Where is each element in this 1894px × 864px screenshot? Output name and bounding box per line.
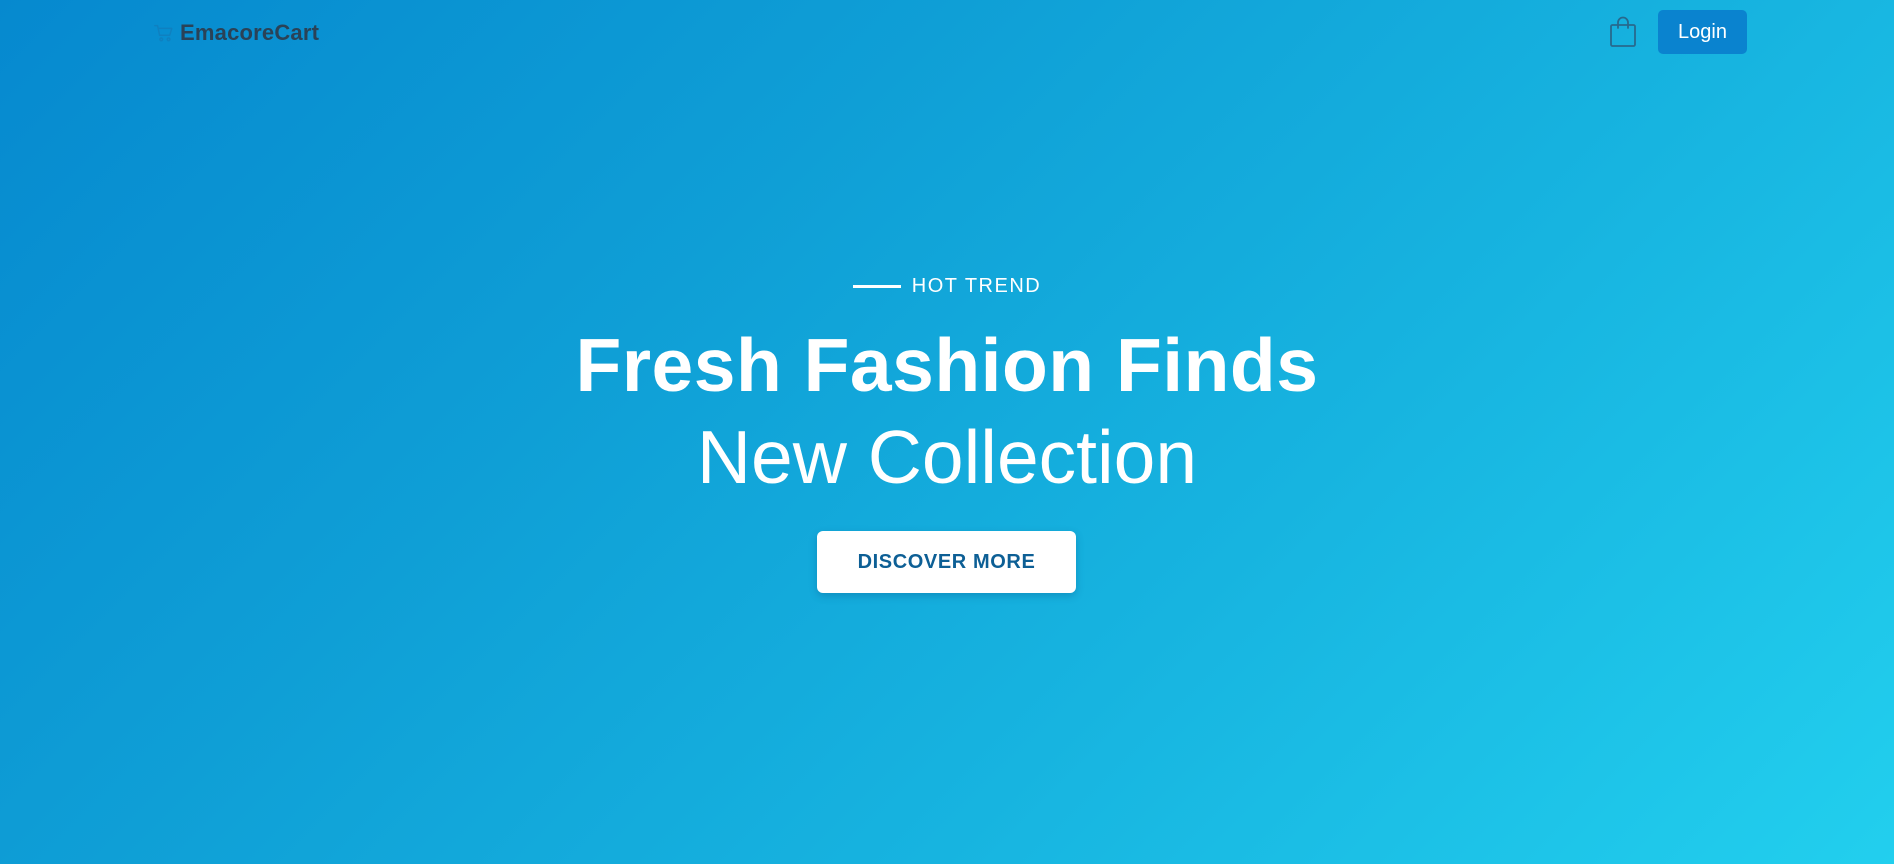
hero-eyebrow: HOT TREND — [0, 272, 1894, 300]
hero-title: Fresh Fashion Finds — [575, 323, 1319, 407]
login-button[interactable]: Login — [1658, 10, 1747, 54]
cart-logo-icon — [152, 21, 176, 45]
eyebrow-label: HOT TREND — [911, 274, 1042, 297]
discover-more-button[interactable]: DISCOVER MORE — [817, 531, 1076, 593]
brand-logo-link[interactable]: EmacoreCart — [152, 18, 319, 48]
page: HOT TREND Fresh Fashion Finds New Collec… — [0, 0, 1894, 864]
top-navbar: EmacoreCart Login — [0, 0, 1894, 64]
hero-section: HOT TREND Fresh Fashion Finds New Collec… — [0, 0, 1894, 864]
shopping-bag-icon[interactable] — [1608, 16, 1638, 48]
hero-subtitle: New Collection — [696, 415, 1198, 499]
eyebrow-divider-line — [852, 284, 901, 288]
brand-name: EmacoreCart — [180, 20, 320, 45]
